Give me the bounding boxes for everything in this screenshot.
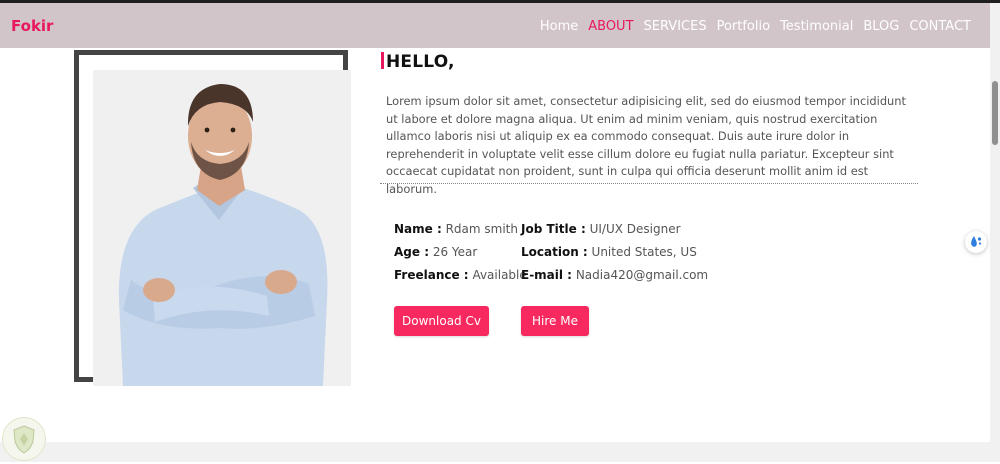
navbar: Fokir Home ABOUT SERVICES Portfolio Test… <box>0 3 990 48</box>
heading-accent-bar <box>381 52 384 69</box>
info-email: E-mail : Nadia420@gmail.com <box>521 268 708 282</box>
nav-link-contact[interactable]: CONTACT <box>909 19 971 34</box>
nav-link-blog[interactable]: BLOG <box>863 19 899 34</box>
info-name: Name : Rdam smith <box>394 222 518 236</box>
water-drop-glyph <box>971 236 982 247</box>
info-value: Available <box>472 268 527 282</box>
scrollbar-thumb[interactable] <box>992 81 998 145</box>
brand-logo[interactable]: Fokir <box>11 17 53 35</box>
greeting-text: HELLO, <box>386 52 455 72</box>
water-drop-icon[interactable] <box>965 231 987 253</box>
info-label: Age : <box>394 245 429 259</box>
info-age: Age : 26 Year <box>394 245 477 259</box>
info-freelance: Freelance : Available <box>394 268 527 282</box>
info-value: UI/UX Designer <box>589 222 681 236</box>
nav-link-testimonial[interactable]: Testimonial <box>780 19 853 34</box>
profile-photo <box>93 70 351 386</box>
download-cv-button[interactable]: Download Cv <box>394 306 489 336</box>
info-label: E-mail : <box>521 268 572 282</box>
next-section-band <box>0 442 990 462</box>
main-nav: Home ABOUT SERVICES Portfolio Testimonia… <box>540 19 971 34</box>
nav-link-services[interactable]: SERVICES <box>644 19 707 34</box>
page-scrollbar[interactable] <box>990 3 1000 462</box>
info-value: 26 Year <box>432 245 478 259</box>
dotted-divider <box>380 183 918 184</box>
info-label: Freelance : <box>394 268 469 282</box>
info-location: Location : United States, US <box>521 245 697 259</box>
info-label: Location : <box>521 245 588 259</box>
info-value: Rdam smith <box>445 222 518 236</box>
info-label: Name : <box>394 222 442 236</box>
info-value: Nadia420@gmail.com <box>575 268 709 282</box>
shield-glyph <box>13 425 35 454</box>
person-portrait-illustration <box>118 84 328 386</box>
about-heading: HELLO, <box>381 52 455 72</box>
info-label: Job Title : <box>521 222 586 236</box>
nav-link-about[interactable]: ABOUT <box>588 19 633 34</box>
info-job-title: Job Title : UI/UX Designer <box>521 222 681 236</box>
nav-link-portfolio[interactable]: Portfolio <box>717 19 770 34</box>
info-value: United States, US <box>591 245 697 259</box>
hire-me-button[interactable]: Hire Me <box>521 306 589 336</box>
shield-logo-icon <box>2 417 46 461</box>
nav-link-home[interactable]: Home <box>540 19 578 34</box>
